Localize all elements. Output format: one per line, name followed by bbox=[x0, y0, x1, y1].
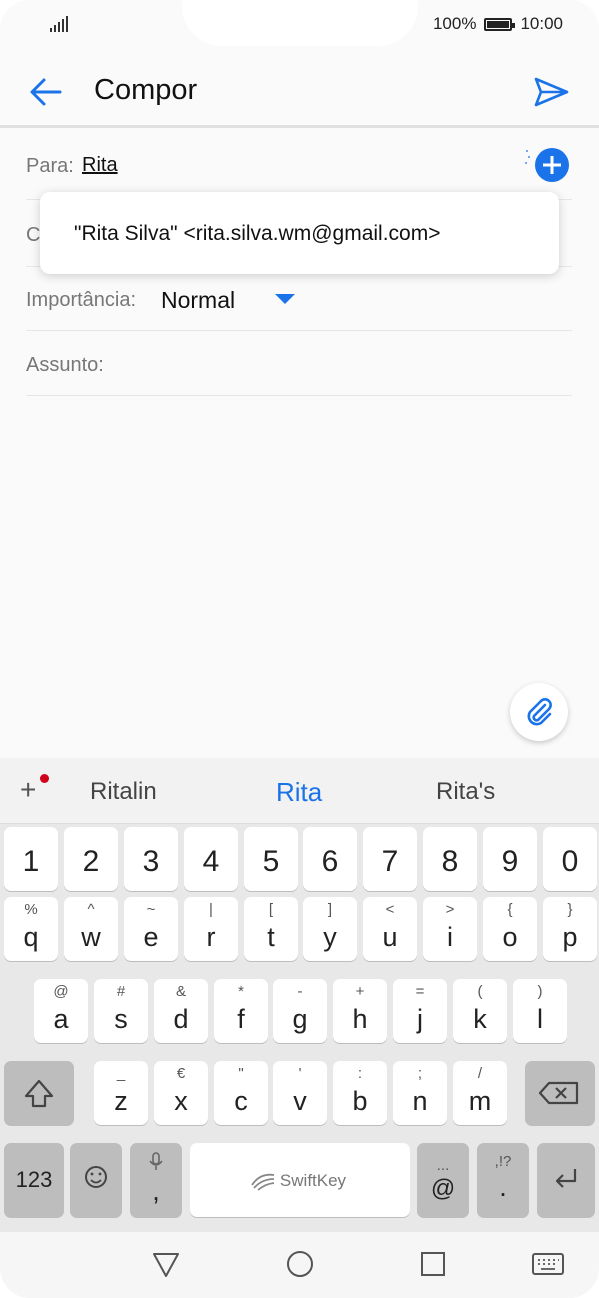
enter-key[interactable] bbox=[537, 1143, 595, 1217]
key-u[interactable]: < u bbox=[363, 897, 417, 961]
key-8[interactable]: 8 bbox=[423, 827, 477, 891]
key-w[interactable]: ^ w bbox=[64, 897, 118, 961]
key-x[interactable]: € x bbox=[154, 1061, 208, 1125]
key-n[interactable]: ; n bbox=[393, 1061, 447, 1125]
key-c[interactable]: " c bbox=[214, 1061, 268, 1125]
notification-dot bbox=[40, 774, 49, 783]
to-field[interactable]: Para: Rita bbox=[26, 136, 572, 200]
space-label: SwiftKey bbox=[279, 1171, 347, 1190]
key-k[interactable]: (k bbox=[453, 979, 507, 1043]
camera-notch bbox=[182, 0, 418, 46]
keyboard-switch-icon[interactable] bbox=[531, 1250, 565, 1278]
key-p[interactable]: } p bbox=[543, 897, 597, 961]
importance-field[interactable]: Importância: Normal bbox=[26, 267, 572, 331]
nav-recents-icon[interactable] bbox=[419, 1250, 447, 1278]
backspace-icon bbox=[538, 1081, 579, 1105]
importance-value[interactable]: Normal bbox=[161, 287, 235, 314]
recipient-chip[interactable]: Rita bbox=[82, 154, 118, 177]
key-b[interactable]: :b bbox=[333, 1061, 387, 1125]
clock: 10:00 bbox=[520, 14, 563, 33]
key-3[interactable]: 3 bbox=[124, 827, 178, 891]
toolbar-plus-icon[interactable]: + bbox=[20, 774, 36, 806]
attach-button[interactable] bbox=[510, 683, 568, 741]
key-a[interactable]: @ a bbox=[34, 979, 88, 1043]
mic-icon bbox=[149, 1152, 163, 1170]
compose-screen: 100% 10:00 Compor Para: Rita C Importânc… bbox=[0, 0, 599, 1298]
app-bar: Compor bbox=[0, 50, 599, 128]
space-key[interactable]: SwiftKey bbox=[190, 1143, 410, 1217]
contact-suggestion[interactable]: "Rita Silva" <rita.silva.wm@gmail.com> bbox=[74, 222, 441, 246]
key-1[interactable]: 1 bbox=[4, 827, 58, 891]
key-g[interactable]: -g bbox=[273, 979, 327, 1043]
key-2[interactable]: 2 bbox=[64, 827, 118, 891]
status-right: 100% 10:00 bbox=[433, 14, 563, 34]
nav-home-icon[interactable] bbox=[285, 1249, 315, 1279]
numbers-key[interactable]: 123 bbox=[4, 1143, 64, 1217]
key-h[interactable]: + h bbox=[333, 979, 387, 1043]
keyboard: + Ritalin Rita Rita's 1 2 3 4 5 6 7 8 9 … bbox=[0, 758, 599, 1232]
key-i[interactable]: > i bbox=[423, 897, 477, 961]
to-label: Para: bbox=[26, 155, 74, 177]
key-d[interactable]: & d bbox=[154, 979, 208, 1043]
backspace-key[interactable] bbox=[525, 1061, 595, 1125]
shift-key[interactable] bbox=[4, 1061, 74, 1125]
key-y[interactable]: ] y bbox=[303, 897, 357, 961]
key-m[interactable]: / m bbox=[453, 1061, 507, 1125]
page-title: Compor bbox=[94, 74, 198, 106]
status-bar: 100% 10:00 bbox=[0, 0, 599, 50]
battery-icon bbox=[484, 17, 516, 31]
key-j[interactable]: = j bbox=[393, 979, 447, 1043]
dropdown-caret-icon[interactable] bbox=[275, 294, 295, 304]
prediction-center[interactable]: Rita bbox=[276, 777, 322, 808]
comma-key[interactable]: , bbox=[130, 1143, 182, 1217]
key-z[interactable]: _ z bbox=[94, 1061, 148, 1125]
contact-suggestion-popup[interactable]: "Rita Silva" <rita.silva.wm@gmail.com> bbox=[40, 192, 559, 274]
emoji-key[interactable] bbox=[70, 1143, 122, 1217]
importance-label: Importância: bbox=[26, 289, 137, 311]
key-f[interactable]: * f bbox=[214, 979, 268, 1043]
paperclip-icon bbox=[527, 698, 552, 726]
send-icon[interactable] bbox=[531, 72, 571, 112]
at-key[interactable]: ... @ bbox=[417, 1143, 469, 1217]
key-l[interactable]: ) l bbox=[513, 979, 567, 1043]
signal-icon bbox=[50, 16, 68, 32]
key-0[interactable]: 0 bbox=[543, 827, 597, 891]
shift-icon bbox=[24, 1079, 54, 1108]
enter-icon bbox=[555, 1169, 577, 1188]
prediction-left[interactable]: Ritalin bbox=[90, 778, 157, 806]
subject-label: Assunto: bbox=[26, 354, 104, 376]
key-e[interactable]: ~ e bbox=[124, 897, 178, 961]
period-key[interactable]: ,!? . bbox=[477, 1143, 529, 1217]
cc-label: C bbox=[26, 224, 41, 246]
key-6[interactable]: 6 bbox=[303, 827, 357, 891]
nav-back-icon[interactable] bbox=[151, 1249, 181, 1279]
key-5[interactable]: 5 bbox=[244, 827, 298, 891]
prediction-right[interactable]: Rita's bbox=[436, 778, 495, 806]
prediction-bar: + Ritalin Rita Rita's bbox=[0, 758, 599, 824]
loading-dots-icon bbox=[524, 150, 530, 166]
key-o[interactable]: {o bbox=[483, 897, 537, 961]
key-7[interactable]: 7 bbox=[363, 827, 417, 891]
key-s[interactable]: # s bbox=[94, 979, 148, 1043]
subject-field[interactable]: Assunto: bbox=[26, 331, 572, 396]
key-r[interactable]: | r bbox=[184, 897, 238, 961]
key-4[interactable]: 4 bbox=[184, 827, 238, 891]
key-v[interactable]: ' v bbox=[273, 1061, 327, 1125]
add-contact-icon[interactable] bbox=[535, 148, 569, 182]
battery-percent: 100% bbox=[432, 14, 477, 33]
key-q[interactable]: % q bbox=[4, 897, 58, 961]
key-9[interactable]: 9 bbox=[483, 827, 537, 891]
key-t[interactable]: [t bbox=[244, 897, 298, 961]
navigation-bar bbox=[0, 1232, 599, 1298]
back-arrow-icon[interactable] bbox=[26, 72, 66, 112]
smiley-icon bbox=[85, 1166, 107, 1188]
